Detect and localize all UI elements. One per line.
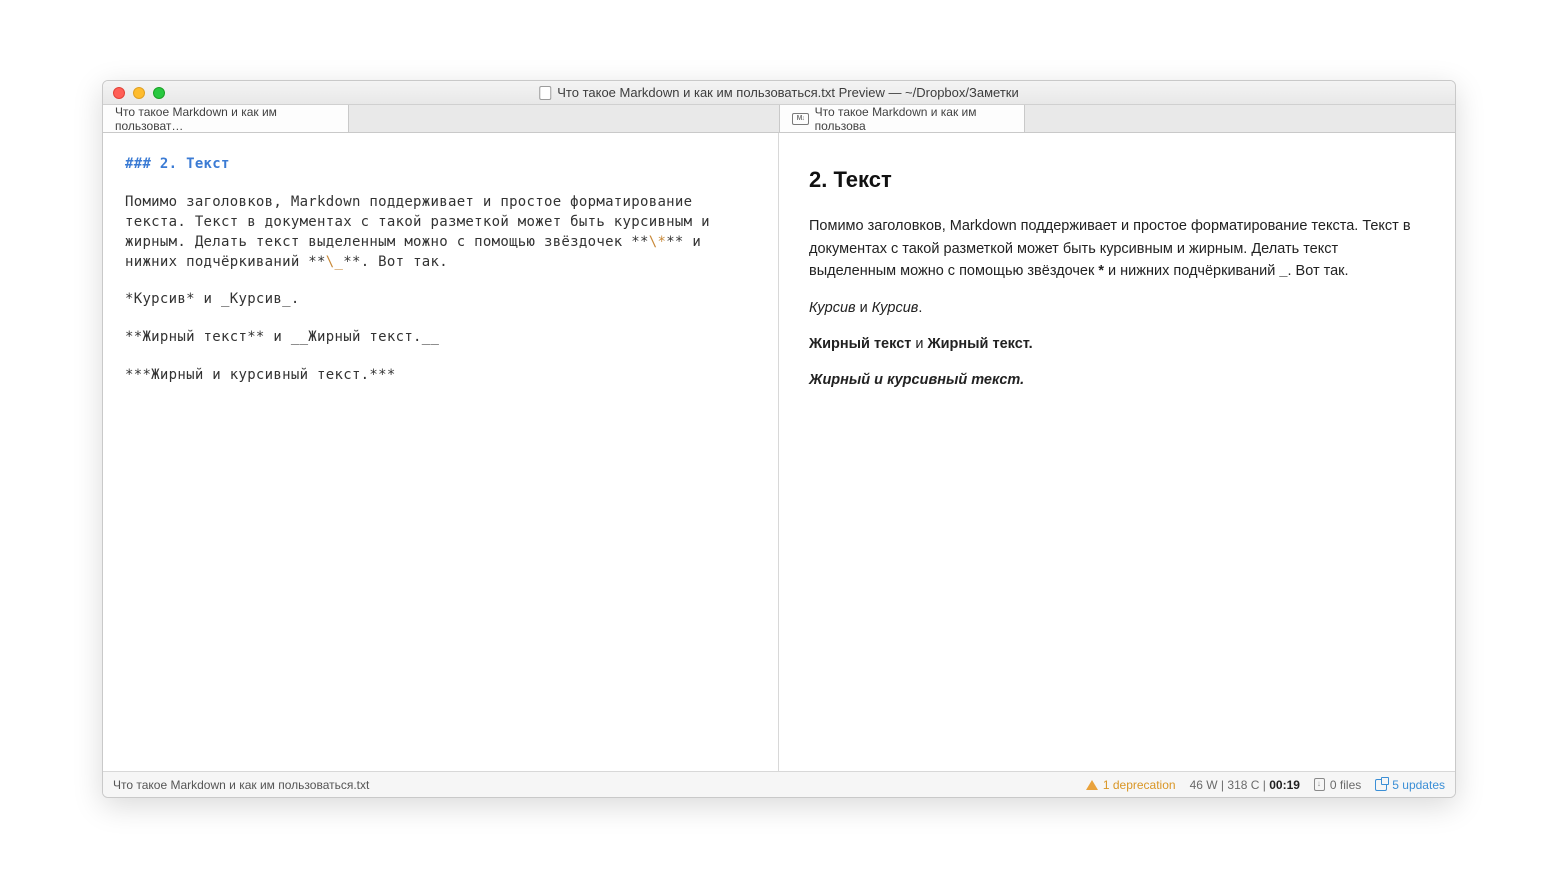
tab-spacer-right — [1025, 105, 1455, 132]
editor-paragraph: Помимо заголовков, Markdown поддерживает… — [125, 193, 756, 273]
document-icon — [539, 86, 551, 100]
preview-paragraph: Жирный текст и Жирный текст. — [809, 333, 1425, 355]
preview-paragraph: Курсив и Курсив. — [809, 297, 1425, 319]
status-files[interactable]: 0 files — [1314, 778, 1361, 792]
status-bar: Что такое Markdown и как им пользоваться… — [103, 771, 1455, 797]
main-area: ### 2. Текст Помимо заголовков, Markdown… — [103, 133, 1455, 771]
tab-spacer-left — [349, 105, 779, 132]
editor-line: **Жирный текст** и __Жирный текст.__ — [125, 328, 756, 348]
tab-bar: Что такое Markdown и как им пользоват… M… — [103, 105, 1455, 133]
status-right: 1 deprecation 46 W | 318 C | 00:19 0 fil… — [1086, 778, 1445, 792]
app-window: Что такое Markdown и как им пользоваться… — [102, 80, 1456, 798]
escape-sequence: \* — [649, 234, 666, 250]
markdown-icon: M↓ — [792, 113, 809, 125]
tab-label: Что такое Markdown и как им пользоват… — [115, 105, 336, 133]
file-icon — [1314, 778, 1325, 791]
preview-paragraph: Помимо заголовков, Markdown поддерживает… — [809, 215, 1425, 282]
tab-preview[interactable]: M↓ Что такое Markdown и как им пользова — [779, 105, 1025, 132]
status-filename[interactable]: Что такое Markdown и как им пользоваться… — [113, 778, 1086, 792]
tab-label: Что такое Markdown и как им пользова — [815, 105, 1012, 133]
titlebar[interactable]: Что такое Markdown и как им пользоваться… — [103, 81, 1455, 105]
preview-pane[interactable]: 2. Текст Помимо заголовков, Markdown под… — [779, 133, 1455, 771]
editor-heading: ### 2. Текст — [125, 155, 756, 175]
preview-paragraph: Жирный и курсивный текст. — [809, 369, 1425, 391]
zoom-button[interactable] — [153, 87, 165, 99]
minimize-button[interactable] — [133, 87, 145, 99]
updates-icon — [1375, 779, 1387, 791]
warning-icon — [1086, 780, 1098, 790]
editor-line: *Курсив* и _Курсив_. — [125, 290, 756, 310]
status-deprecation[interactable]: 1 deprecation — [1086, 778, 1176, 792]
window-title: Что такое Markdown и как им пользоваться… — [557, 85, 1018, 100]
traffic-lights — [103, 87, 165, 99]
close-button[interactable] — [113, 87, 125, 99]
editor-pane[interactable]: ### 2. Текст Помимо заголовков, Markdown… — [103, 133, 779, 771]
preview-heading: 2. Текст — [809, 163, 1425, 197]
window-title-area: Что такое Markdown и как им пользоваться… — [539, 85, 1018, 100]
status-stats[interactable]: 46 W | 318 C | 00:19 — [1190, 778, 1300, 792]
tab-editor[interactable]: Что такое Markdown и как им пользоват… — [103, 105, 349, 132]
escape-sequence: \_ — [326, 254, 343, 270]
status-updates[interactable]: 5 updates — [1375, 778, 1445, 792]
editor-line: ***Жирный и курсивный текст.*** — [125, 366, 756, 386]
